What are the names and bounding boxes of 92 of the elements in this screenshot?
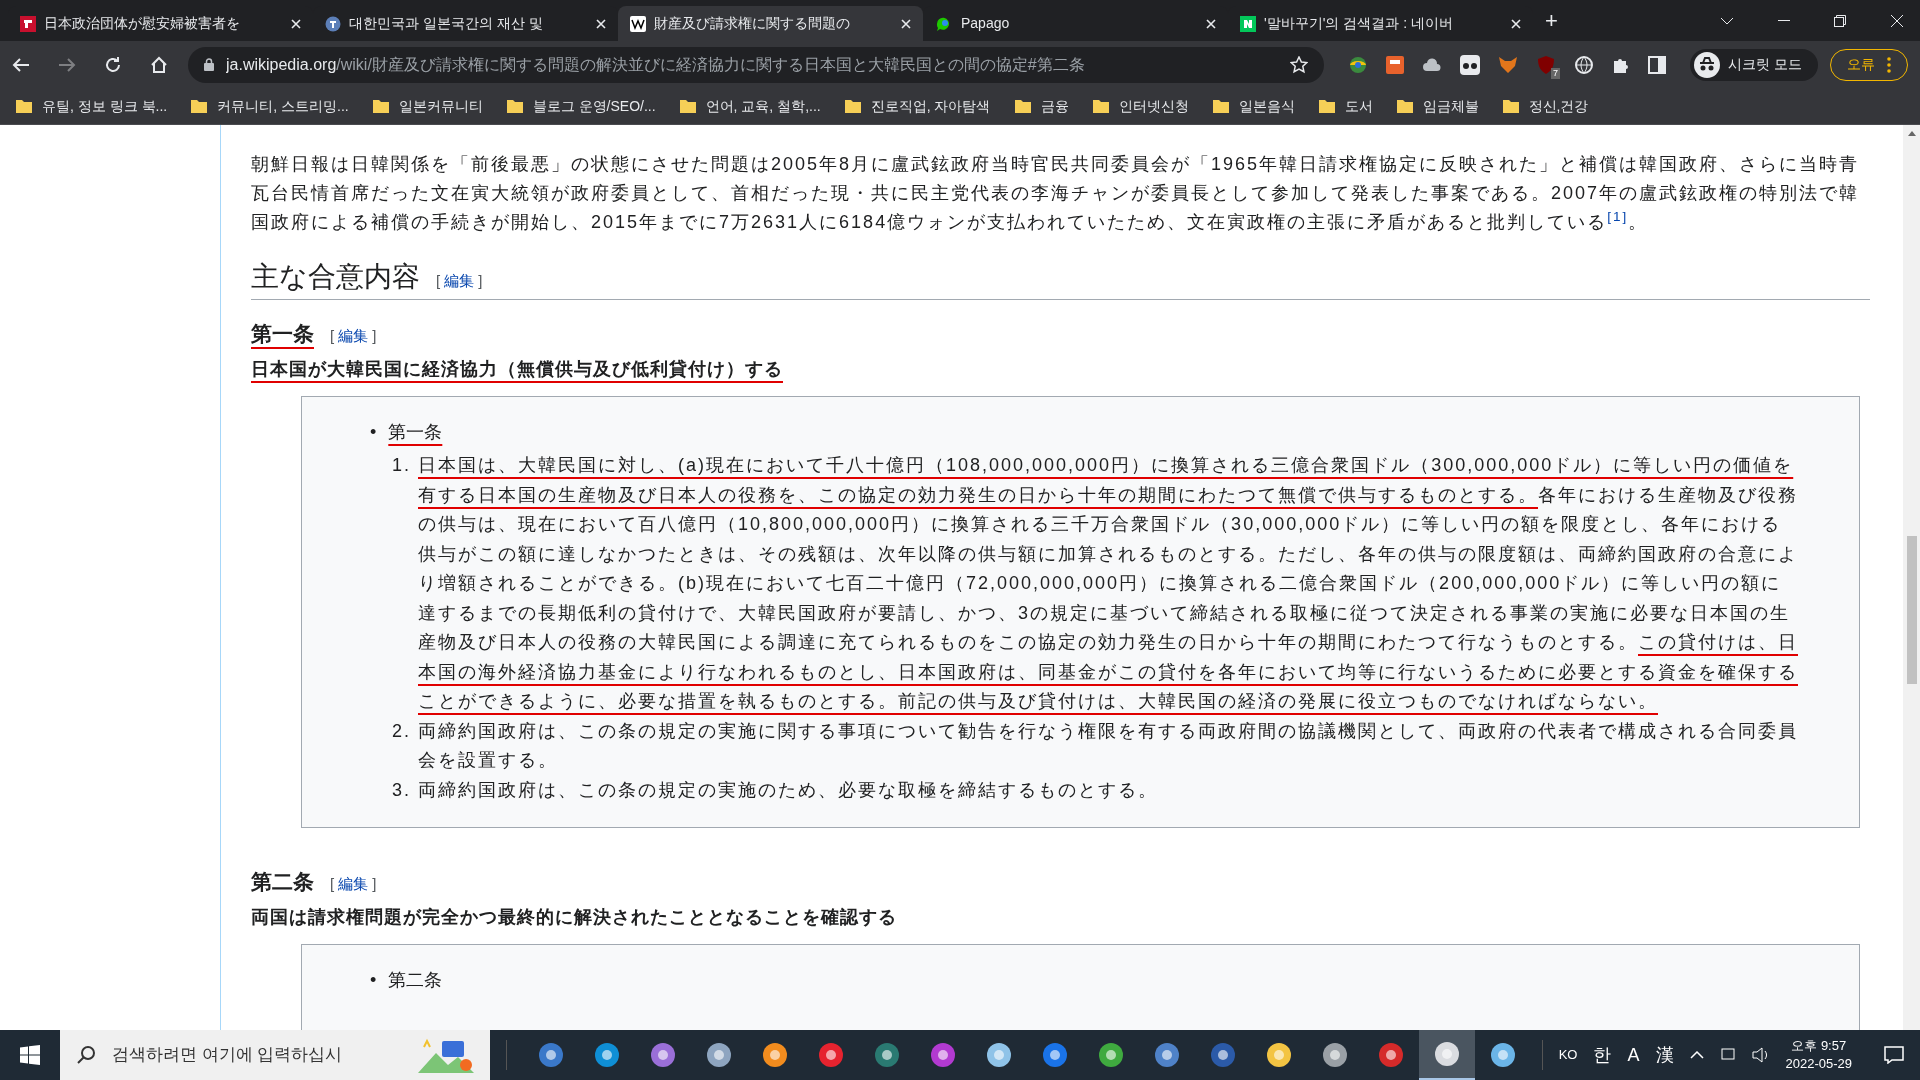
- search-icon: [76, 1045, 96, 1065]
- bookmark-folder[interactable]: 인터넷신청: [1092, 95, 1189, 117]
- calendar-landscape-icon: [418, 1037, 474, 1073]
- fox-icon[interactable]: [1498, 55, 1519, 74]
- bookmark-folder[interactable]: 임금체불: [1396, 95, 1479, 117]
- forward-arrow-icon[interactable]: [58, 56, 76, 73]
- new-tab-button[interactable]: +: [1533, 4, 1570, 37]
- lock-icon[interactable]: [204, 58, 214, 71]
- bookmark-folder[interactable]: 유틸, 정보 링크 북...: [16, 95, 168, 117]
- close-icon[interactable]: [1890, 13, 1904, 28]
- tab-title: 대한민국과 일본국간의 재산 및: [349, 14, 544, 33]
- bookmark-folder[interactable]: 금융: [1014, 95, 1069, 117]
- chevron-down-icon[interactable]: [1720, 16, 1734, 25]
- ime-indicator[interactable]: 漢: [1655, 1041, 1674, 1069]
- list-label: 第二条: [388, 969, 443, 992]
- bookmark-folder[interactable]: 진로직업, 자아탐색: [844, 95, 991, 117]
- tab-title: 財産及び請求権に関する問題の: [654, 14, 851, 33]
- glasses-icon[interactable]: [1460, 54, 1481, 75]
- close-icon[interactable]: [291, 18, 301, 29]
- clock-time: 오후 9:57: [1791, 1037, 1847, 1055]
- close-icon[interactable]: [596, 18, 606, 29]
- restore-icon[interactable]: [1834, 14, 1846, 27]
- back-arrow-icon[interactable]: [12, 56, 30, 73]
- scrollbar-thumb[interactable]: [1906, 536, 1917, 684]
- notification-icon[interactable]: [1884, 1046, 1904, 1064]
- minimize-icon[interactable]: [1778, 19, 1790, 22]
- bookmark-folder[interactable]: 도서: [1318, 95, 1373, 117]
- section-heading: 主な合意内容: [251, 260, 420, 294]
- list-number: 2.: [392, 719, 412, 743]
- subsection-heading: 第一条: [251, 321, 314, 347]
- ime-indicator[interactable]: A: [1627, 1041, 1640, 1069]
- home-icon[interactable]: [150, 55, 168, 74]
- bracket: [: [436, 272, 441, 289]
- edit-link[interactable]: 編集: [444, 272, 475, 289]
- tab-title: '말바꾸기'의 검색결과 : 네이버: [1264, 14, 1454, 33]
- list-item-text: 日本国は、大韓民国に対し、(a)現在において千八十億円（108,000,000,000円）に換算される三億合衆国ドル（300,000,000ドル）に等しい円の価値を有する日本国の生産物及び日本人の役務を、この協定の効力発生の日から十年の期間にわたつて無償で供与するものとする。各年における生産物及び役務の供与は、現在において百八億円（10,800,000,000円）に換算される三千万合衆国ドル（30,000,000ドル）に等しい円の額を限度とし、各年における供与がこの額に達しなかつたときは、その残額は、次年以降の供与額に加算されるものとする。ただし、各年の供与の限度額は、両締約国政府の合意により増額されることができる。(b)現在において七百二十億円（72,000,000,000円）に換算される二億合衆国ドル（200,000,000ドル）に等しい円の額に達するまでの長期低利の貸付けで、大韓民国政府が要請し、かつ、3の規定に基づいて締結される取極に従つて決定される事業の実施に必要な日本国の生産物及び日本人の役務の大韓民国による調達に充てられるものをこの協定の効力発生の日から十年の期間にわたつて行なうものとする。この貸付けは、日本国の海外経済協力基金により行なわれるものとし、日本国政府は、同基金がこの貸付を各年において均等に行ないうるために必要とする資金を確保することができるように、必要な措置を執るものとする。前記の供与及び貸付けは、大韓民国の経済の発展に役立つものでなければならない。: [418, 454, 1799, 713]
- close-icon[interactable]: [1511, 18, 1521, 29]
- ime-indicator[interactable]: KO: [1558, 1045, 1578, 1065]
- bracket: ]: [372, 327, 377, 344]
- bookmark-folder[interactable]: 언어, 교육, 철학,...: [679, 95, 821, 117]
- list-item-text: 両締約国政府は、この条の規定の実施に関する事項について勧告を行なう権限を有する両政府間の協議機関として、両政府の代表者で構成される合同委員会を設置する。: [418, 719, 1799, 772]
- taskbar-clock[interactable]: 오후 9:57 2022-05-29: [1785, 1037, 1852, 1073]
- taskbar-app-button[interactable]: [1419, 1030, 1475, 1080]
- tab-title: Papago: [961, 14, 1011, 33]
- device-icon[interactable]: [1719, 1047, 1736, 1063]
- tab-title: 日本政治団体が慰安婦被害者を: [44, 14, 241, 33]
- logo-icon: [20, 15, 36, 32]
- article-paragraph: 朝鮮日報は日韓関係を「前後最悪」の状態にさせた問題は2005年8月に盧武鉉政府当時官民共同委員会が「1965年韓日請求権協定に反映された」と補償は韓国政府、さらに当時青瓦台民情首席だった文在寅大統領が政府委員として、首相だった現・共に民主党代表の李海チャンが委員長として参加して発表した事案である。2007年の盧武鉉政権の特別法で韓国政府による補償の手続きが開始し、2015年までに7万2631人に6184億ウォンが支払われていたため、文在寅政権の主張に矛盾があると批判している$^{[1]}$。: [251, 153, 1861, 234]
- reload-icon[interactable]: [104, 55, 122, 74]
- url-text: ja.wikipedia.org/wiki/財産及び請求権に関する問題の解決並びに経済協力に関する日本国と大韓民国との間の協定#第二条: [226, 54, 1086, 75]
- bracket: [: [330, 875, 335, 892]
- colorful-globe-icon[interactable]: [1348, 54, 1369, 75]
- bookmark-folder[interactable]: 정신,건강: [1502, 95, 1589, 117]
- taskbar-search-field[interactable]: 검색하려면 여기에 입력하십시: [60, 1030, 490, 1080]
- cloud-icon[interactable]: [1422, 56, 1443, 73]
- close-icon[interactable]: [1206, 18, 1216, 29]
- bookmark-folder[interactable]: 일본음식: [1212, 95, 1295, 117]
- close-icon[interactable]: [901, 18, 911, 29]
- edit-link[interactable]: 編集: [338, 327, 369, 344]
- more-vertical-icon[interactable]: [1887, 56, 1891, 73]
- bookmark-folder[interactable]: 일본커뮤니티: [372, 95, 483, 117]
- ime-indicator[interactable]: 한: [1593, 1041, 1612, 1069]
- bullet: •: [370, 421, 377, 444]
- chevron-up-icon[interactable]: [1689, 1051, 1704, 1059]
- scroll-up-arrow-icon[interactable]: [1907, 131, 1916, 136]
- side-panel-icon[interactable]: [1648, 55, 1667, 74]
- incognito-icon: [1694, 51, 1721, 78]
- windows-logo-icon: [20, 1045, 40, 1065]
- list-item-text: 両締約国政府は、この条の規定の実施のため、必要な取極を締結するものとする。: [418, 778, 1159, 802]
- bookmark-folder[interactable]: 블로그 운영/SEO/...: [506, 95, 656, 117]
- bracket: ]: [372, 875, 377, 892]
- extension-badge: 7: [1551, 67, 1561, 79]
- bracket: [: [330, 327, 335, 344]
- w-logo-icon: [630, 15, 646, 32]
- list-number: 1.: [392, 454, 412, 477]
- speaker-icon[interactable]: [1751, 1047, 1770, 1063]
- list-label: 第一条: [388, 421, 443, 444]
- bold-summary: 両国は請求権問題が完全かつ最終的に解決されたこととなることを確認する: [251, 906, 898, 929]
- extension-icon[interactable]: [1386, 55, 1405, 74]
- tab[interactable]: 財産及び請求権に関する問題の: [618, 6, 923, 41]
- clock-date: 2022-05-29: [1785, 1055, 1852, 1073]
- bold-summary: 日本国が大韓民国に経済協力（無償供与及び低利貸付け）する: [251, 358, 784, 381]
- bullet: •: [370, 969, 377, 992]
- address-bar[interactable]: ja.wikipedia.org/wiki/財産及び請求権に関する問題の解決並びに経済協力に関する日本国と大韓民国との間の協定#第二条: [188, 46, 1325, 83]
- incognito-profile-button[interactable]: 시크릿 모드: [1690, 48, 1818, 81]
- edit-link[interactable]: 編集: [338, 875, 369, 892]
- scrollbar[interactable]: [1903, 125, 1920, 1030]
- subsection-heading: 第二条: [251, 869, 314, 895]
- bracket: ]: [478, 272, 483, 289]
- list-number: 3.: [392, 778, 412, 802]
- n-logo-icon: [1240, 15, 1256, 32]
- bookmark-folder[interactable]: 커뮤니티, 스트리밍...: [191, 95, 349, 117]
